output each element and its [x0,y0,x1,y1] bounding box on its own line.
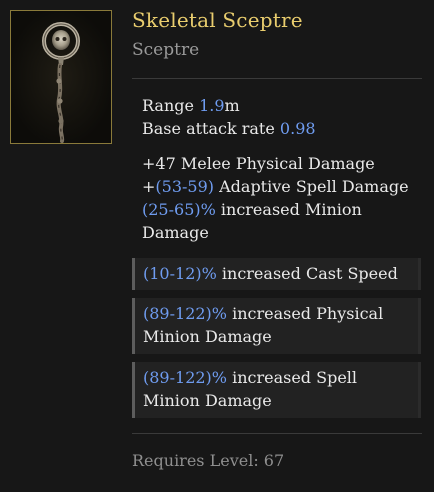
affix-value: (89-122)% [143,368,227,387]
range-label: Range [142,96,200,115]
affix-value: (89-122)% [143,304,227,323]
mod-value: +47 [142,154,176,173]
level-requirement: Requires Level: 67 [132,451,285,470]
mod-value: (25-65)% [142,200,216,219]
item-type: Sceptre [132,40,200,60]
range-stat: Range 1.9m [142,96,240,115]
item-tooltip: Skeletal Sceptre Sceptre Range 1.9m Base… [0,0,434,492]
range-value: 1.9 [199,96,225,115]
affix-value: (10-12)% [143,264,217,283]
attack-rate-label: Base attack rate [142,119,280,138]
implicit-mods: +47 Melee Physical Damage +(53-59) Adapt… [142,152,422,244]
item-icon-frame [10,10,112,144]
affix-text: increased Cast Speed [216,264,398,283]
affix-spell-minion-damage: (89-122)% increased Spell Minion Damage [132,362,421,418]
implicit-mod: +47 Melee Physical Damage [142,152,422,175]
affix-physical-minion-damage: (89-122)% increased Physical Minion Dama… [132,298,421,354]
mod-text: Adaptive Spell Damage [214,177,409,196]
header-divider [132,78,422,79]
attack-rate-stat: Base attack rate 0.98 [142,119,316,138]
attack-rate-value: 0.98 [279,119,316,138]
implicit-mod: (25-65)% increased Minion Damage [142,198,422,244]
implicit-mod: +(53-59) Adaptive Spell Damage [142,175,422,198]
range-unit: m [224,96,240,115]
mod-prefix: + [142,177,156,196]
affix-cast-speed: (10-12)% increased Cast Speed [132,258,421,290]
item-name: Skeletal Sceptre [132,8,303,32]
footer-divider [132,433,422,434]
skeletal-sceptre-icon [42,22,80,143]
mod-text: Melee Physical Damage [175,154,375,173]
mod-value: (53-59) [155,177,215,196]
